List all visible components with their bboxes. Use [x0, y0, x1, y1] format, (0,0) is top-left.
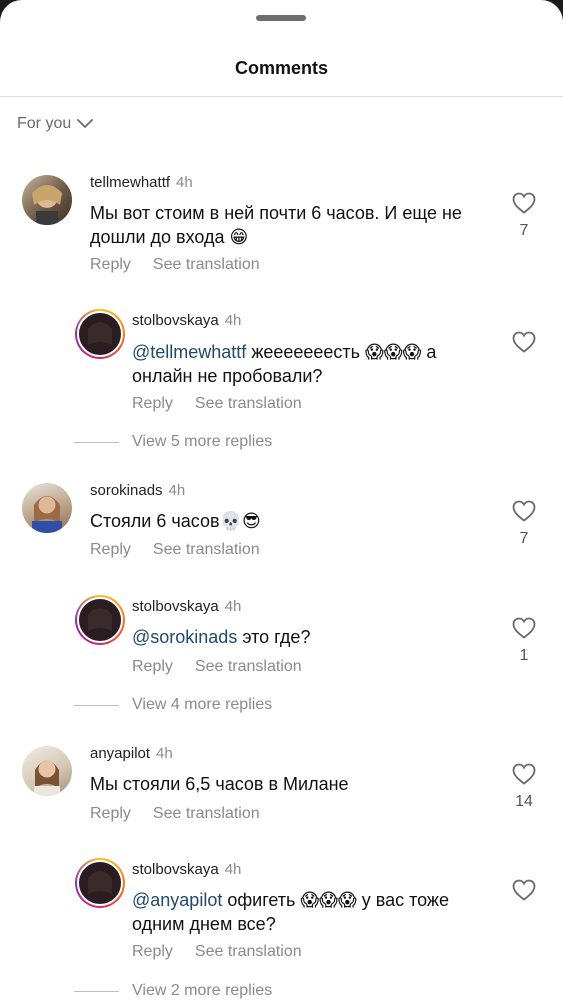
- comment-time: 4h: [176, 174, 193, 191]
- avatar-photo: [34, 760, 60, 796]
- avatar-photo: [32, 185, 62, 225]
- reply-text: @sorokinads это где?: [132, 625, 482, 649]
- reply-time: 4h: [224, 861, 242, 878]
- view-more-replies[interactable]: View 5 more replies: [74, 433, 272, 451]
- like-count: 14: [515, 793, 533, 810]
- view-more-replies[interactable]: View 2 more replies: [74, 982, 272, 1000]
- reply-username[interactable]: stolbovskaya 4h: [132, 312, 241, 329]
- like-count: 1: [519, 647, 529, 664]
- heart-outline-icon[interactable]: [512, 617, 536, 639]
- like-column: 7: [504, 192, 544, 240]
- like-count: 7: [519, 222, 529, 239]
- mention-link[interactable]: @anyapilot: [132, 890, 222, 910]
- header-divider: [0, 96, 563, 97]
- reply-avatar[interactable]: [75, 858, 125, 908]
- comment-text: Мы стояли 6,5 часов в Милане: [90, 774, 349, 794]
- avatar-photo: [32, 496, 62, 533]
- like-column: 7: [504, 500, 544, 548]
- like-column: 14: [504, 763, 544, 811]
- view-more-replies[interactable]: View 4 more replies: [74, 696, 272, 714]
- avatar-photo: [77, 311, 123, 357]
- reply-time: 4h: [224, 312, 242, 329]
- comment-text: Стояли 6 часов💀😎: [90, 511, 261, 531]
- divider-line: [74, 704, 119, 706]
- comment-time: 4h: [168, 482, 186, 499]
- mention-link[interactable]: @sorokinads: [132, 627, 237, 647]
- avatar[interactable]: [22, 746, 72, 796]
- view-more-label[interactable]: View 2 more replies: [132, 982, 272, 1000]
- like-column: [504, 331, 544, 353]
- reply-username[interactable]: stolbovskaya 4h: [132, 598, 241, 615]
- username-text[interactable]: sorokinads: [90, 482, 163, 499]
- avatar[interactable]: [22, 483, 72, 533]
- see-translation-button[interactable]: See translation: [195, 395, 302, 413]
- heart-outline-icon[interactable]: [512, 500, 536, 522]
- sort-filter-label: For you: [17, 115, 72, 132]
- divider-line: [74, 990, 119, 992]
- reply-button[interactable]: Reply: [132, 658, 173, 676]
- reply-button[interactable]: Reply: [90, 541, 131, 559]
- like-column: [504, 879, 544, 901]
- username-text[interactable]: anyapilot: [90, 745, 150, 762]
- heart-outline-icon[interactable]: [512, 763, 536, 785]
- see-translation-button[interactable]: See translation: [195, 658, 302, 676]
- reply-button[interactable]: Reply: [90, 805, 131, 823]
- comment-username[interactable]: tellmewhattf 4h: [90, 174, 193, 191]
- username-text[interactable]: stolbovskaya: [132, 598, 219, 615]
- like-count: 7: [519, 530, 529, 547]
- comment-username[interactable]: anyapilot 4h: [90, 745, 173, 762]
- mention-link[interactable]: @tellmewhattf: [132, 342, 246, 362]
- avatar-photo: [77, 860, 123, 906]
- see-translation-button[interactable]: See translation: [153, 541, 260, 559]
- reply-button[interactable]: Reply: [132, 943, 173, 961]
- heart-outline-icon[interactable]: [512, 331, 536, 353]
- avatar-photo: [77, 597, 123, 643]
- see-translation-button[interactable]: See translation: [153, 256, 260, 274]
- username-text[interactable]: stolbovskaya: [132, 312, 219, 329]
- view-more-label[interactable]: View 4 more replies: [132, 696, 272, 714]
- reply-button[interactable]: Reply: [90, 256, 131, 274]
- reply-avatar[interactable]: [75, 595, 125, 645]
- reply-time: 4h: [224, 598, 242, 615]
- drag-handle[interactable]: [256, 15, 306, 21]
- see-translation-button[interactable]: See translation: [153, 805, 260, 823]
- username-text[interactable]: tellmewhattf: [90, 174, 170, 191]
- comment-time: 4h: [156, 745, 173, 762]
- comment-text: Мы вот стоим в ней почти 6 часов. И еще …: [90, 203, 462, 247]
- like-column: 1: [504, 617, 544, 665]
- sheet-title: Comments: [234, 58, 328, 78]
- view-more-label[interactable]: View 5 more replies: [132, 433, 272, 451]
- chevron-down-icon: [77, 119, 94, 128]
- divider-line: [74, 441, 119, 443]
- comments-sheet: Comments For you tellmewhattf 4h Мы вот с…: [0, 0, 563, 1000]
- reply-avatar[interactable]: [75, 309, 125, 359]
- reply-body: это где?: [237, 627, 311, 647]
- reply-button[interactable]: Reply: [132, 395, 173, 413]
- username-text[interactable]: stolbovskaya: [132, 861, 219, 878]
- reply-username[interactable]: stolbovskaya 4h: [132, 861, 241, 878]
- avatar[interactable]: [22, 175, 72, 225]
- heart-outline-icon[interactable]: [512, 879, 536, 901]
- heart-outline-icon[interactable]: [512, 192, 536, 214]
- sort-filter-button[interactable]: For you: [17, 115, 94, 133]
- see-translation-button[interactable]: See translation: [195, 943, 302, 961]
- comment-username[interactable]: sorokinads 4h: [90, 482, 185, 499]
- reply-text: @tellmewhattf жееееееесть 😱😱😱 а онлайн н…: [132, 340, 482, 388]
- reply-text: @anyapilot офигеть 😱😱😱 у вас тоже одним …: [132, 888, 482, 936]
